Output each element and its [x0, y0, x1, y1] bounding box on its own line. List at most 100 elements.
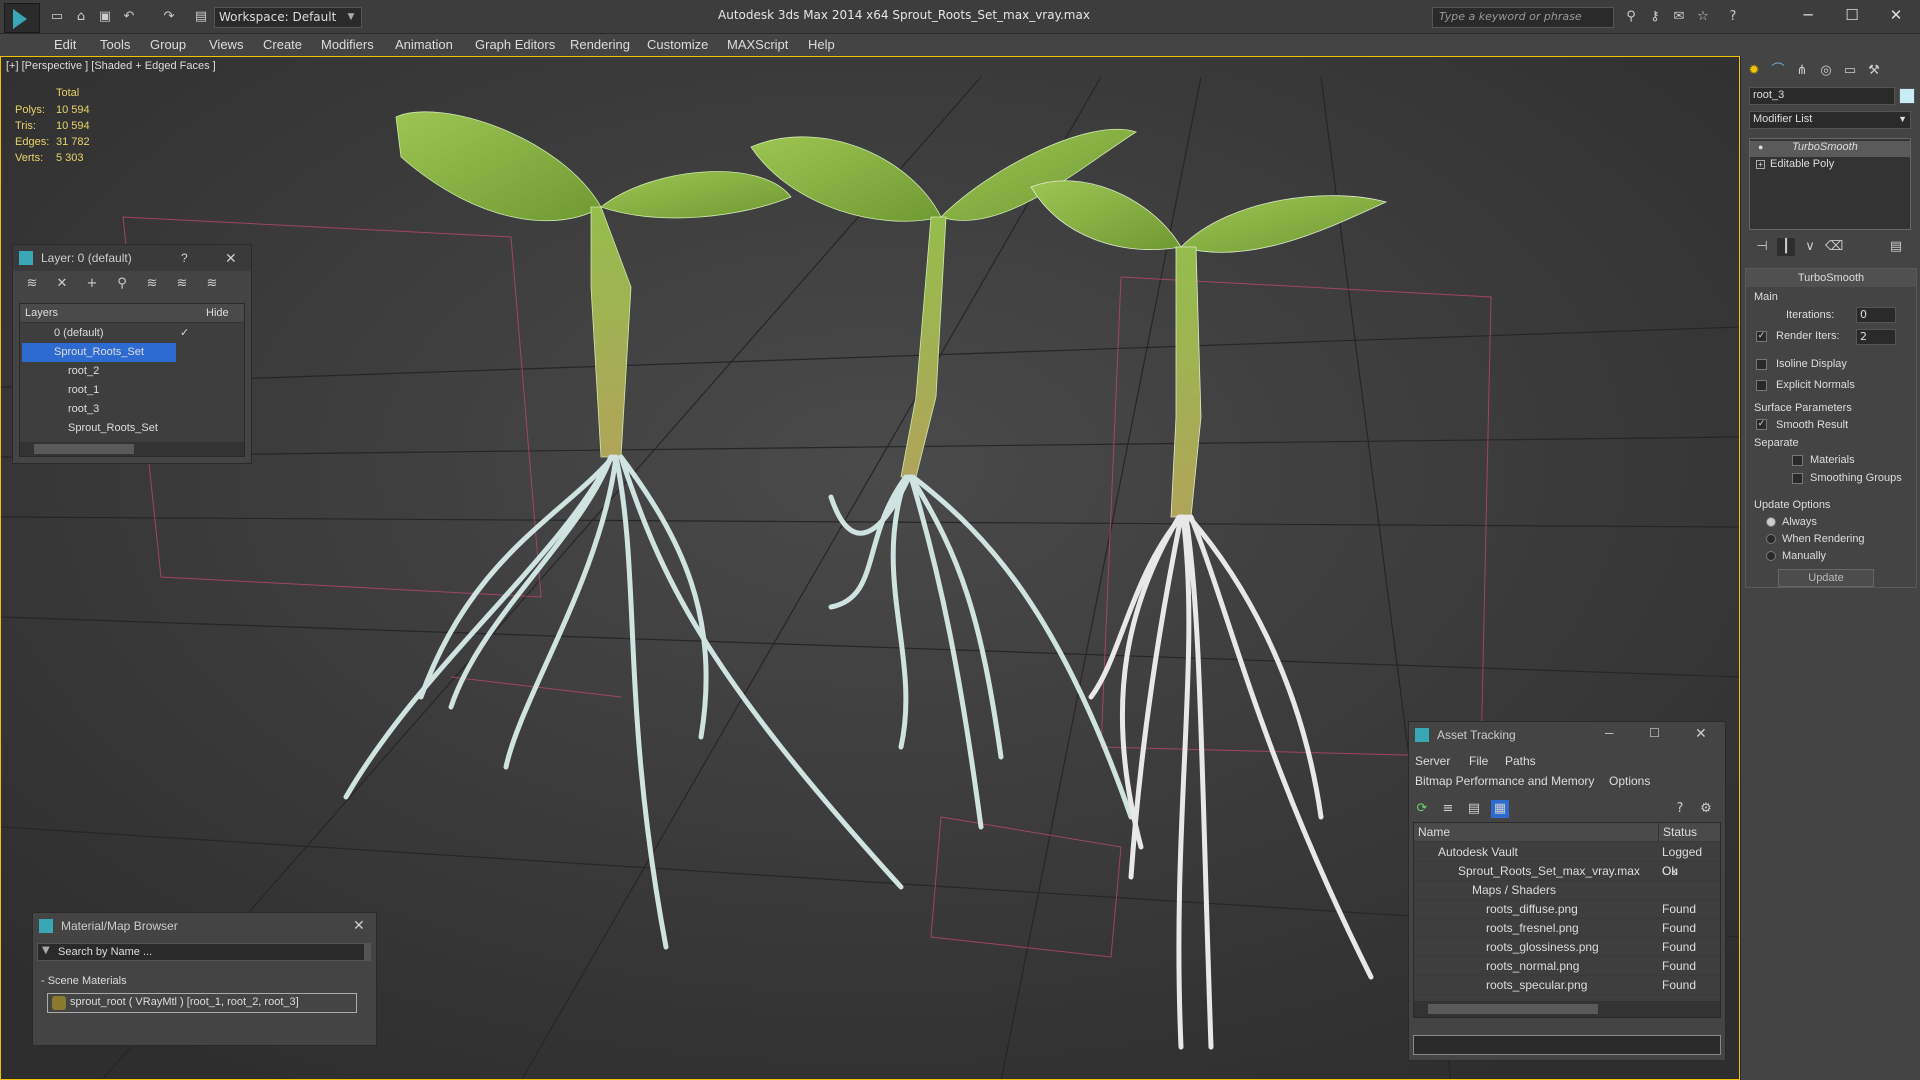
make-unique-icon[interactable]: ∨: [1801, 238, 1819, 256]
menu-rendering[interactable]: Rendering: [570, 34, 630, 56]
minimize-icon[interactable]: ─: [1790, 5, 1826, 27]
table-row[interactable]: roots_normal.png Found: [1414, 957, 1720, 976]
help-icon[interactable]: ?: [181, 251, 188, 265]
table-row[interactable]: roots_fresnel.png Found: [1414, 919, 1720, 938]
menu-options[interactable]: Options: [1609, 774, 1650, 788]
table-row[interactable]: Autodesk Vault Logged Ou: [1414, 843, 1720, 878]
menu-animation[interactable]: Animation: [395, 34, 453, 56]
modify-tab-icon[interactable]: ⌒: [1769, 62, 1787, 80]
vertical-scrollbar[interactable]: [364, 944, 370, 960]
layer-row[interactable]: 0 (default) ✓: [20, 324, 244, 343]
close-icon[interactable]: ✕: [225, 250, 237, 267]
chevron-down-icon[interactable]: ▼: [1898, 114, 1907, 124]
list-view-icon[interactable]: ≡: [1439, 800, 1457, 818]
asset-tracking-dialog[interactable]: Asset Tracking ─ ☐ ✕ Server File Paths B…: [1408, 721, 1726, 1061]
table-row[interactable]: roots_diffuse.png Found: [1414, 900, 1720, 919]
scene-materials-section[interactable]: - Scene Materials: [41, 975, 127, 987]
expand-icon[interactable]: +: [1756, 160, 1765, 169]
close-icon[interactable]: ✕: [1878, 5, 1914, 27]
stack-item-turbosmooth[interactable]: ● TurboSmooth: [1750, 141, 1910, 157]
app-logo-icon[interactable]: [4, 3, 40, 33]
layer-row[interactable]: Sprout_Roots_Set: [20, 419, 244, 438]
table-row[interactable]: Maps / Shaders: [1414, 881, 1720, 900]
save-file-icon[interactable]: ▣: [96, 8, 114, 26]
layer-settings-icon[interactable]: ≋: [23, 275, 41, 293]
menu-tools[interactable]: Tools: [100, 34, 130, 56]
always-radio[interactable]: [1766, 517, 1776, 527]
communication-icon[interactable]: ✉: [1670, 8, 1688, 26]
layer-row-selected[interactable]: Sprout_Roots_Set: [22, 343, 176, 362]
table-row[interactable]: roots_specular.png Found: [1414, 976, 1720, 995]
object-name-field[interactable]: root_3: [1749, 87, 1895, 105]
material-search-input[interactable]: ▼ Search by Name ...: [37, 943, 371, 961]
materials-checkbox[interactable]: [1792, 455, 1803, 466]
settings-icon[interactable]: ⚙: [1697, 800, 1715, 818]
menu-edit[interactable]: Edit: [54, 34, 76, 56]
close-icon[interactable]: ✕: [353, 917, 365, 934]
render-iters-spinner[interactable]: 2: [1856, 329, 1896, 345]
motion-tab-icon[interactable]: ◎: [1817, 62, 1835, 80]
smooth-result-checkbox[interactable]: ✓: [1756, 419, 1767, 430]
explicit-normals-checkbox[interactable]: [1756, 380, 1767, 391]
workspace-dropdown[interactable]: Workspace: Default: [214, 7, 362, 28]
path-field[interactable]: [1413, 1035, 1721, 1055]
col-hide[interactable]: Hide: [206, 304, 229, 323]
menu-server[interactable]: Server: [1415, 754, 1450, 768]
modifier-list-dropdown[interactable]: Modifier List ▼: [1749, 111, 1911, 129]
create-tab-icon[interactable]: ✹: [1745, 62, 1763, 80]
menu-help[interactable]: Help: [808, 34, 835, 56]
menu-create[interactable]: Create: [263, 34, 302, 56]
binoculars-icon[interactable]: ⚲: [1622, 8, 1640, 26]
layer-row[interactable]: root_2: [20, 362, 244, 381]
menu-bitmap-performance[interactable]: Bitmap Performance and Memory: [1415, 774, 1594, 788]
select-layer-icon[interactable]: ⚲: [113, 275, 131, 293]
col-name[interactable]: Name: [1418, 823, 1450, 842]
scrollbar-thumb[interactable]: [1428, 1004, 1598, 1014]
table-row[interactable]: Sprout_Roots_Set_max_vray.max Ok: [1414, 862, 1720, 881]
menu-modifiers[interactable]: Modifiers: [321, 34, 374, 56]
favorites-star-icon[interactable]: ☆: [1694, 8, 1712, 26]
chevron-down-icon[interactable]: ▼: [42, 945, 50, 956]
stack-item-editable-poly[interactable]: + Editable Poly: [1750, 158, 1910, 174]
show-end-result-icon[interactable]: ┃: [1777, 238, 1795, 256]
chevron-down-icon[interactable]: ▼: [345, 7, 357, 28]
layer-dialog[interactable]: Layer: 0 (default) ? ✕ ≋ ✕ + ⚲ ≋ ≋ ≋ Lay…: [12, 244, 252, 464]
layer-row[interactable]: root_1: [20, 381, 244, 400]
layer-dialog-header[interactable]: Layer: 0 (default) ? ✕: [13, 245, 251, 271]
scrollbar-thumb[interactable]: [34, 444, 134, 454]
update-button[interactable]: Update: [1778, 569, 1874, 587]
menu-file[interactable]: File: [1469, 754, 1488, 768]
rollout-title[interactable]: TurboSmooth: [1746, 269, 1916, 287]
menu-maxscript[interactable]: MAXScript: [727, 34, 788, 56]
configure-sets-icon[interactable]: ▤: [1887, 238, 1905, 256]
menu-views[interactable]: Views: [209, 34, 243, 56]
layer-row[interactable]: root_3: [20, 400, 244, 419]
tree-view-icon[interactable]: ▤: [1465, 800, 1483, 818]
new-file-icon[interactable]: ▭: [48, 8, 66, 26]
manually-radio[interactable]: [1766, 551, 1776, 561]
utilities-tab-icon[interactable]: ⚒: [1865, 62, 1883, 80]
viewport-label[interactable]: [+] [Perspective ] [Shaded + Edged Faces…: [6, 60, 216, 72]
bulb-icon[interactable]: ●: [1758, 142, 1763, 152]
help-icon[interactable]: ?: [1671, 800, 1689, 818]
material-item[interactable]: sprout_root ( VRayMtl ) [root_1, root_2,…: [47, 993, 357, 1013]
menu-group[interactable]: Group: [150, 34, 186, 56]
table-row[interactable]: roots_glossiness.png Found: [1414, 938, 1720, 957]
freeze-all-icon[interactable]: ≋: [203, 275, 221, 293]
close-icon[interactable]: ✕: [1695, 725, 1707, 742]
iterations-spinner[interactable]: 0: [1856, 307, 1896, 323]
key-icon[interactable]: ⚷: [1646, 8, 1664, 26]
isoline-display-checkbox[interactable]: [1756, 359, 1767, 370]
menu-paths[interactable]: Paths: [1505, 754, 1536, 768]
when-rendering-radio[interactable]: [1766, 534, 1776, 544]
open-file-icon[interactable]: ⌂: [72, 8, 90, 26]
render-iters-checkbox[interactable]: ✓: [1756, 331, 1767, 342]
refresh-icon[interactable]: ⟳: [1413, 800, 1431, 818]
pin-stack-icon[interactable]: ⊣: [1753, 238, 1771, 256]
hierarchy-tab-icon[interactable]: ⋔: [1793, 62, 1811, 80]
col-status[interactable]: Status: [1658, 823, 1697, 842]
minimize-icon[interactable]: ─: [1605, 726, 1614, 740]
delete-layer-icon[interactable]: ✕: [53, 275, 71, 293]
search-input[interactable]: Type a keyword or phrase: [1432, 7, 1614, 28]
material-map-browser[interactable]: Material/Map Browser ✕ ▼ Search by Name …: [32, 912, 377, 1046]
